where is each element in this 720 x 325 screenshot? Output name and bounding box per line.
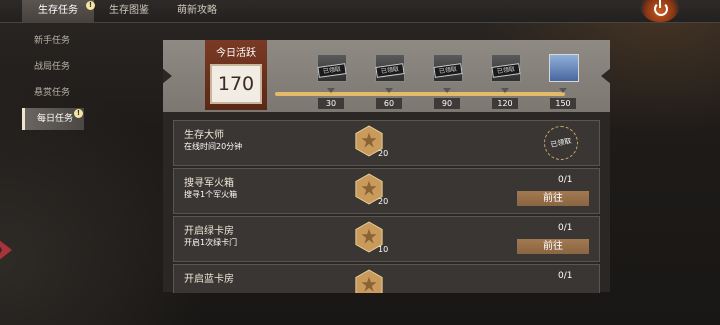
reward-medal-icon	[354, 269, 386, 293]
task-desc: 搜寻1个军火箱	[184, 190, 238, 199]
tab-label: 萌新攻略	[177, 5, 217, 16]
reward-amount: 20	[378, 149, 389, 158]
milestone-score: 120	[492, 98, 518, 109]
reward-medal-icon: 20	[354, 125, 389, 159]
activity-value: 170	[210, 64, 262, 104]
alert-icon: !	[74, 109, 83, 118]
claimed-stamp-label: 已领取	[549, 136, 573, 150]
reward-medal-icon: 20	[354, 173, 389, 207]
faction-emblem-icon	[0, 240, 12, 260]
milestone-marker	[327, 88, 335, 93]
reward-chest[interactable]: 已领取	[429, 52, 465, 84]
milestone-marker	[385, 88, 393, 93]
task-title: 生存大师	[184, 130, 224, 141]
activity-header: 今日活跃 170 已领取 30 已领取 60 已领取 90 已领取 120 15…	[163, 40, 610, 112]
reward-chest[interactable]: 已领取	[487, 52, 523, 84]
task-row: 开启绿卡房 开启1次绿卡门 10 0/1 前往	[173, 216, 600, 262]
power-icon	[654, 2, 668, 16]
reward-chest-final[interactable]	[545, 52, 581, 84]
task-title: 开启绿卡房	[184, 226, 234, 237]
claimed-stamp: 已领取	[544, 126, 578, 160]
sidebar-item-newbie[interactable]: 新手任务	[22, 30, 84, 52]
milestone-marker	[501, 88, 509, 93]
reward-medal-icon: 10	[354, 221, 389, 255]
reward-chest[interactable]: 已领取	[371, 52, 407, 84]
power-button[interactable]	[640, 0, 680, 22]
milestone-marker	[443, 88, 451, 93]
milestone-score: 60	[376, 98, 402, 109]
activity-score-box: 今日活跃 170	[205, 40, 267, 110]
alert-icon: !	[86, 1, 95, 10]
reward-amount: 20	[378, 197, 389, 206]
reward-amount: 10	[378, 245, 389, 254]
milestone-score: 30	[318, 98, 344, 109]
activity-label: 今日活跃	[216, 48, 256, 59]
top-tab-bar: 生存任务 ! 生存图鉴 萌新攻略	[0, 0, 720, 23]
tab-label: 生存任务	[38, 5, 78, 16]
milestone-marker	[559, 88, 567, 93]
task-title: 开启蓝卡房	[184, 274, 234, 285]
task-desc: 开启1次绿卡门	[184, 238, 238, 247]
tab-newbie-guide[interactable]: 萌新攻略	[164, 0, 230, 22]
milestone-score: 150	[550, 98, 576, 109]
chest-icon	[549, 54, 579, 82]
go-button[interactable]: 前往	[517, 191, 589, 206]
tab-survival-codex[interactable]: 生存图鉴	[96, 0, 162, 22]
task-row: 生存大师 在线时间20分钟 20 已领取	[173, 120, 600, 166]
task-progress: 0/1	[558, 271, 573, 281]
task-progress: 0/1	[558, 223, 573, 233]
daily-task-panel: 今日活跃 170 已领取 30 已领取 60 已领取 90 已领取 120 15…	[163, 40, 610, 293]
task-desc: 在线时间20分钟	[184, 142, 243, 151]
task-title: 搜寻军火箱	[184, 178, 234, 189]
task-row: 搜寻军火箱 搜寻1个军火箱 20 0/1 前往	[173, 168, 600, 214]
tab-survival-tasks[interactable]: 生存任务	[22, 0, 94, 22]
task-row: 开启蓝卡房 0/1	[173, 264, 600, 293]
task-progress: 0/1	[558, 175, 573, 185]
sidebar-item-bounty[interactable]: 悬赏任务	[22, 82, 84, 104]
milestone-score: 90	[434, 98, 460, 109]
activity-progress-bar	[275, 92, 565, 96]
reward-chest[interactable]: 已领取	[313, 52, 349, 84]
sidebar-item-battle[interactable]: 战局任务	[22, 56, 84, 78]
tab-label: 生存图鉴	[109, 5, 149, 16]
go-button[interactable]: 前往	[517, 239, 589, 254]
